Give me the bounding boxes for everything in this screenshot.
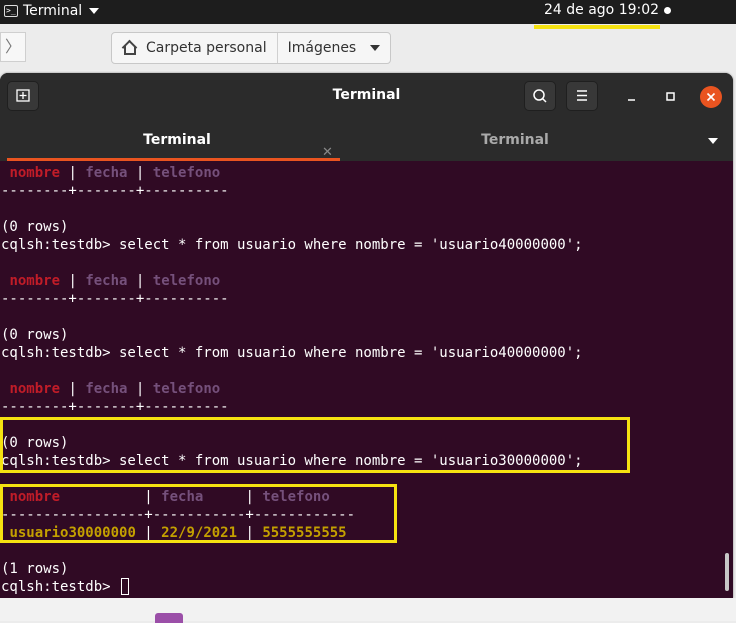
query-line: cqlsh:testdb> select * from usuario wher… [1,237,583,253]
tab-bar: Terminal ✕ Terminal ✕ [0,120,733,162]
tab-label: Terminal [481,132,549,148]
breadcrumb-images[interactable]: Imágenes [278,33,391,63]
tab-terminal-1[interactable]: Terminal ✕ [7,120,347,161]
highlight-box-result [0,484,397,543]
menu-button[interactable] [566,81,598,111]
clock[interactable]: 24 de ago 19:02 [544,2,659,18]
image-file-icon [155,613,183,623]
notification-dot-icon [664,7,671,14]
header-bar: Terminal [0,73,733,120]
tab-terminal-2[interactable]: Terminal ✕ [345,120,685,161]
column-header-nombre: nombre [9,381,61,397]
maximize-button[interactable] [661,87,681,107]
back-button[interactable]: 〉 [0,32,26,62]
app-menu[interactable]: >_ Terminal [4,3,100,19]
app-menu-label: Terminal [23,3,83,19]
close-icon [706,92,716,102]
highlight-box-query [0,417,630,473]
column-header-telefono: telefono [152,165,221,181]
chevron-down-icon [89,8,100,14]
result-header-row: nombre | fecha | telefono [9,381,221,397]
prompt: cqlsh:testdb> [1,579,120,595]
minimize-button[interactable] [622,87,642,107]
prompt-line[interactable]: cqlsh:testdb> [1,578,130,596]
new-tab-icon [16,89,30,102]
row-count: (0 rows) [1,219,69,235]
column-header-telefono: telefono [152,381,221,397]
terminal-output[interactable]: nombre | fecha | telefono --------+-----… [0,161,733,598]
breadcrumb-images-label: Imágenes [287,40,357,56]
top-panel: >_ Terminal 24 de ago 19:02 [0,0,736,24]
hamburger-icon [577,90,587,101]
row-count: (0 rows) [1,327,69,343]
scrollbar[interactable] [725,553,729,591]
column-header-fecha: fecha [85,381,128,397]
tabs-dropdown-icon[interactable] [708,138,718,144]
column-header-fecha: fecha [85,165,128,181]
text-cursor [121,578,130,595]
terminal-icon: >_ [4,5,18,17]
home-icon [122,41,136,55]
search-icon [533,89,547,103]
column-header-nombre: nombre [9,273,61,289]
tab-label: Terminal [143,132,211,148]
column-header-fecha: fecha [85,273,128,289]
result-rule: --------+-------+---------- [1,291,229,307]
column-header-telefono: telefono [152,273,221,289]
terminal-window: Terminal Terminal ✕ Terminal ✕ nombre [0,73,733,598]
column-header-nombre: nombre [9,165,61,181]
close-button[interactable] [700,86,722,108]
row-count: (1 rows) [1,561,69,577]
chevron-down-icon [370,45,381,51]
search-button[interactable] [524,81,556,111]
breadcrumb: Carpeta personal Imágenes [111,32,392,64]
minimize-icon [628,99,635,101]
file-manager-list [0,598,736,621]
maximize-icon [666,92,675,101]
result-rule: --------+-------+---------- [1,399,229,415]
result-header-row: nombre | fecha | telefono [9,165,221,181]
result-rule: --------+-------+---------- [1,183,229,199]
breadcrumb-home[interactable]: Carpeta personal [112,33,278,63]
query-line: cqlsh:testdb> select * from usuario wher… [1,345,583,361]
result-header-row: nombre | fecha | telefono [9,273,221,289]
new-tab-button[interactable] [7,81,39,111]
breadcrumb-home-label: Carpeta personal [146,40,267,56]
